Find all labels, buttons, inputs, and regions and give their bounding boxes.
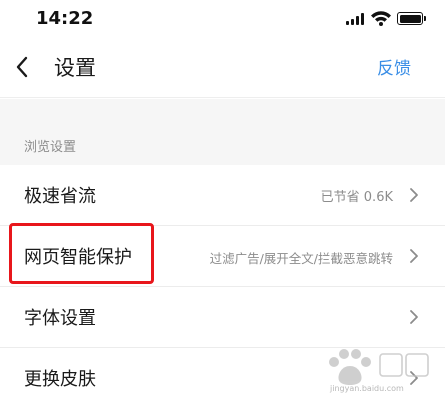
status-time: 14:22 [36, 8, 94, 29]
setting-label: 网页智能保护 [24, 247, 132, 268]
setting-row-data-saver[interactable]: 极速省流 已节省 0.6K [0, 165, 445, 226]
chevron-right-icon [410, 310, 418, 324]
setting-value: 已节省 0.6K [320, 190, 393, 205]
watermark-url: jingyan.baidu.com [330, 384, 404, 393]
page-title: 设置 [54, 56, 96, 80]
cellular-signal-icon [346, 13, 366, 25]
chevron-right-icon [410, 249, 418, 263]
setting-label: 极速省流 [24, 186, 96, 207]
back-button[interactable] [10, 50, 40, 84]
setting-label: 字体设置 [24, 308, 96, 329]
settings-screen: 14:22 设置 反馈 浏览设置 极速省流 已节省 0.6K 网页智能保护 过滤… [0, 0, 445, 400]
nav-bar: 设置 反馈 [0, 38, 445, 98]
setting-value: 过滤广告/展开全文/拦截恶意跳转 [209, 251, 393, 266]
section-header-bar: 浏览设置 [0, 99, 445, 165]
feedback-button[interactable]: 反馈 [377, 54, 411, 79]
setting-row-web-protection[interactable]: 网页智能保护 过滤广告/展开全文/拦截恶意跳转 [0, 226, 445, 287]
chevron-left-icon [16, 56, 28, 78]
status-bar: 14:22 [0, 0, 445, 38]
battery-icon [397, 12, 426, 25]
setting-row-font[interactable]: 字体设置 [0, 287, 445, 348]
chevron-right-icon [410, 188, 418, 202]
setting-label: 更换皮肤 [24, 369, 96, 390]
section-header: 浏览设置 [24, 140, 77, 155]
wifi-icon [371, 11, 391, 26]
